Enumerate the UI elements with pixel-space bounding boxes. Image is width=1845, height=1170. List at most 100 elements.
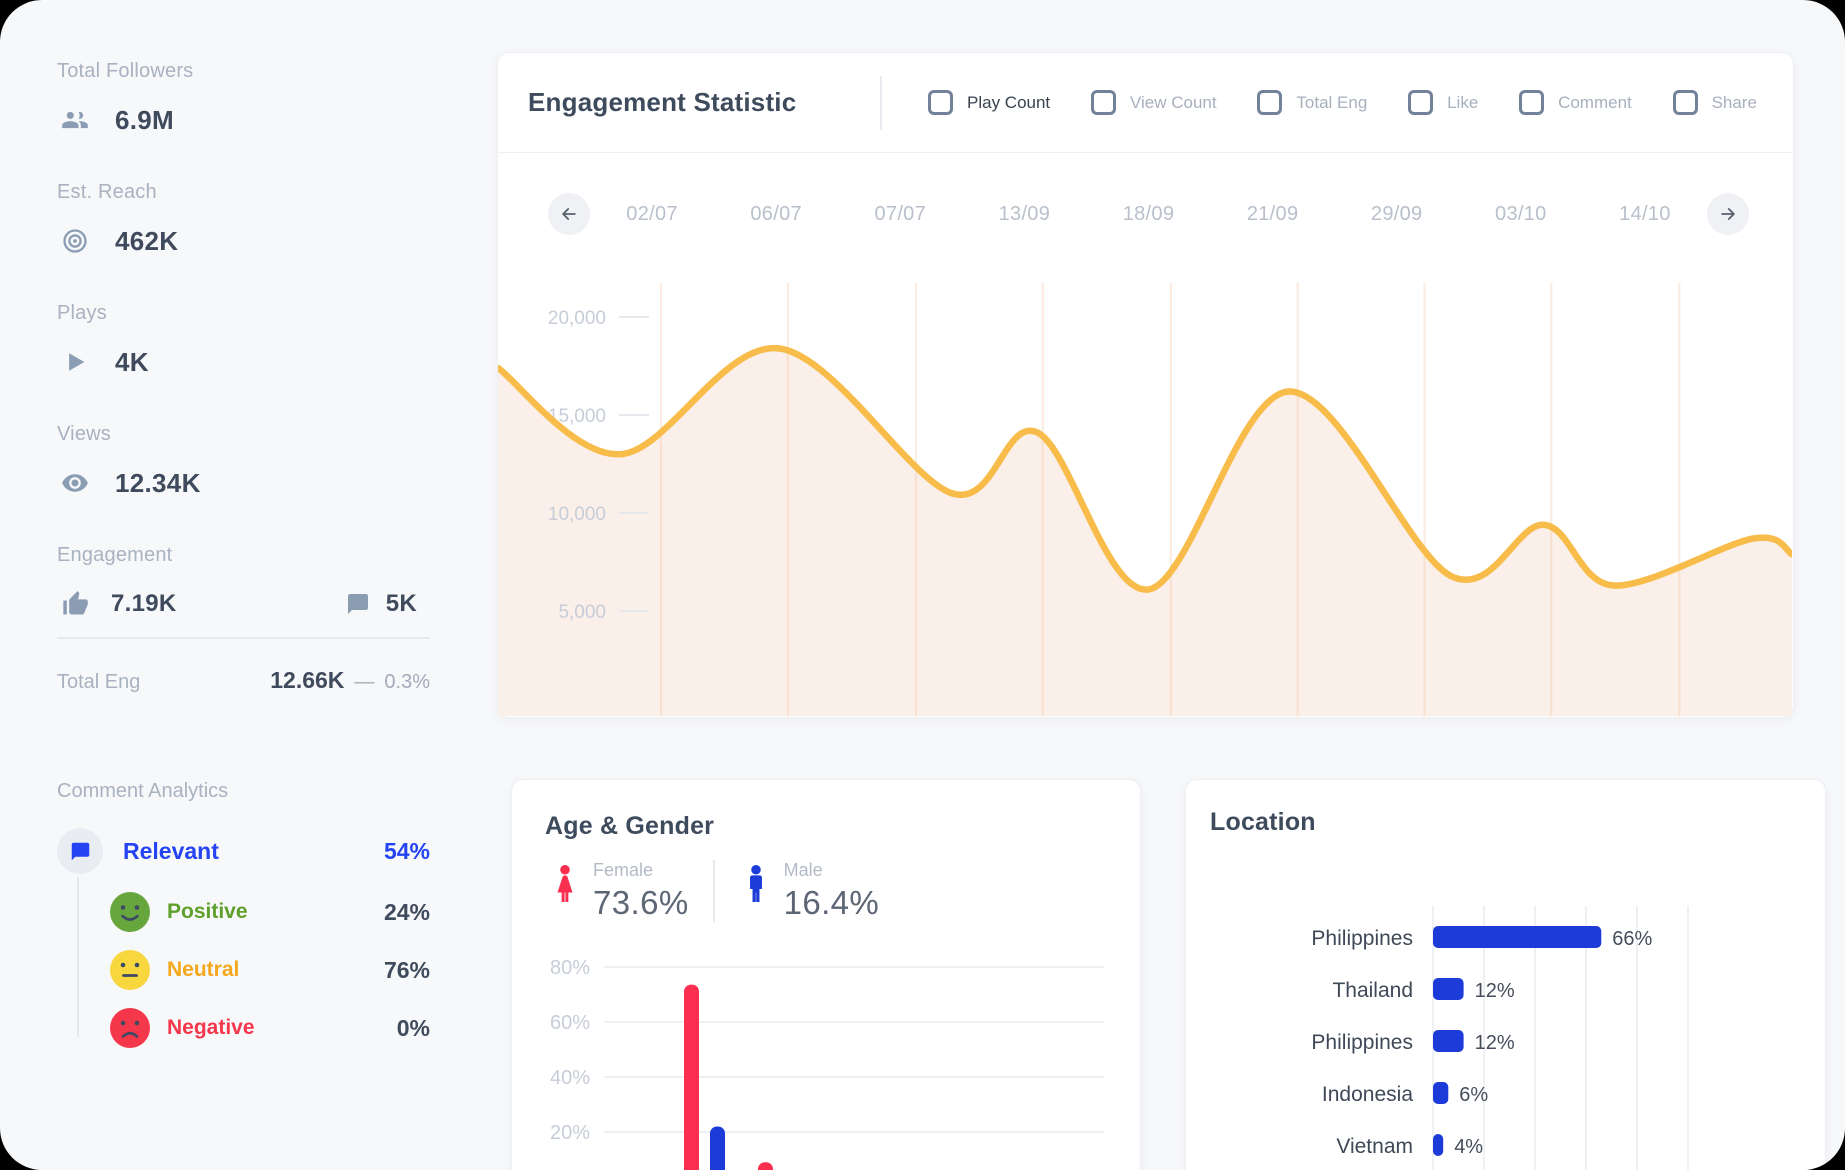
age-axis-label: 40% bbox=[550, 1067, 590, 1089]
stat-total-followers: Total Followers 6.9M bbox=[57, 60, 430, 135]
age-axis-label: 80% bbox=[550, 957, 590, 979]
engagement-area-chart: 20,00015,00010,0005,000 bbox=[498, 253, 1792, 716]
checkbox-icon[interactable] bbox=[1091, 90, 1116, 115]
metric-checkbox-row: Play Count View Count Total Eng Like Com… bbox=[882, 90, 1757, 115]
female-value: 73.6% bbox=[593, 884, 689, 922]
checkbox-label: Comment bbox=[1558, 93, 1632, 113]
date-label: 03/10 bbox=[1459, 203, 1583, 226]
date-label: 29/09 bbox=[1335, 203, 1459, 226]
location-bar-chart: Philippines66%Thailand12%Philippines12%I… bbox=[1186, 780, 1824, 1170]
location-card: Philippines66%Thailand12%Philippines12%I… bbox=[1185, 779, 1826, 1170]
male-icon bbox=[743, 864, 769, 908]
checkbox-label: View Count bbox=[1130, 93, 1217, 113]
checkbox-icon[interactable] bbox=[1673, 90, 1698, 115]
location-bar bbox=[1433, 978, 1464, 1000]
stats-sidebar: Total Followers 6.9M Est. Reach 462K Pla… bbox=[57, 60, 430, 1049]
positive-percent: 24% bbox=[384, 899, 430, 926]
comment-icon bbox=[346, 592, 370, 616]
engagement-statistic-card: Engagement Statistic Play Count View Cou… bbox=[497, 52, 1794, 718]
checkbox-label: Play Count bbox=[967, 93, 1050, 113]
engagement-card-title: Engagement Statistic bbox=[528, 87, 880, 118]
target-icon bbox=[61, 227, 89, 255]
date-label: 14/10 bbox=[1583, 203, 1707, 226]
relevant-label: Relevant bbox=[123, 838, 219, 865]
stat-value: 12.34K bbox=[115, 468, 201, 499]
stat-plays: Plays 4K bbox=[57, 302, 430, 377]
location-category-label: Philippines bbox=[1311, 1031, 1413, 1054]
positive-face-icon bbox=[110, 892, 150, 932]
stat-label: Est. Reach bbox=[57, 181, 430, 204]
male-legend-group: Male 16.4% bbox=[743, 860, 880, 922]
y-axis-label: 10,000 bbox=[548, 504, 606, 525]
engagement-card-header: Engagement Statistic Play Count View Cou… bbox=[498, 53, 1793, 153]
female-legend-group: Female 73.6% bbox=[552, 860, 689, 922]
age-axis-label: 20% bbox=[550, 1122, 590, 1144]
likes-value: 7.19K bbox=[111, 590, 177, 618]
location-value-label: 6% bbox=[1459, 1084, 1488, 1106]
play-icon bbox=[61, 348, 89, 376]
neutral-label: Neutral bbox=[167, 958, 239, 982]
y-axis-label: 20,000 bbox=[548, 308, 606, 329]
location-title: Location bbox=[1210, 808, 1316, 837]
people-icon bbox=[61, 106, 89, 134]
age-axis-label: 60% bbox=[550, 1012, 590, 1034]
arrow-left-icon bbox=[559, 204, 579, 224]
checkbox-icon[interactable] bbox=[1519, 90, 1544, 115]
neutral-row[interactable]: Neutral 76% bbox=[57, 949, 430, 991]
checkbox-label: Share bbox=[1712, 93, 1757, 113]
stat-value: 6.9M bbox=[115, 105, 174, 136]
location-category-label: Philippines bbox=[1311, 927, 1413, 950]
date-label: 21/09 bbox=[1211, 203, 1335, 226]
age-gender-title: Age & Gender bbox=[545, 812, 714, 841]
eye-icon bbox=[61, 469, 89, 497]
age-gender-bar bbox=[710, 1127, 725, 1170]
age-gender-bar bbox=[758, 1162, 773, 1170]
legend-divider bbox=[713, 860, 715, 922]
checkbox-label: Like bbox=[1447, 93, 1478, 113]
stat-label: Plays bbox=[57, 302, 430, 325]
stat-views: Views 12.34K bbox=[57, 423, 430, 498]
arrow-right-icon bbox=[1718, 204, 1738, 224]
analytics-dashboard: Total Followers 6.9M Est. Reach 462K Pla… bbox=[0, 0, 1845, 1170]
total-eng-percent: 0.3% bbox=[384, 671, 430, 694]
checkbox-label: Total Eng bbox=[1296, 93, 1367, 113]
total-eng-row: Total Eng 12.66K — 0.3% bbox=[57, 667, 430, 694]
date-label: 06/07 bbox=[714, 203, 838, 226]
y-axis-label: 5,000 bbox=[558, 602, 606, 623]
checkbox-total-eng[interactable]: Total Eng bbox=[1257, 90, 1367, 115]
negative-percent: 0% bbox=[397, 1015, 430, 1042]
date-pagination-row: 02/07 06/07 07/07 13/09 18/09 21/09 29/0… bbox=[548, 185, 1749, 243]
next-dates-button[interactable] bbox=[1707, 193, 1749, 235]
age-gender-card: 80% 60% 40% 20% Age & Gender Female 73.6% bbox=[511, 779, 1141, 1170]
checkbox-play-count[interactable]: Play Count bbox=[928, 90, 1050, 115]
relevant-comment-icon bbox=[57, 828, 103, 874]
location-value-label: 12% bbox=[1475, 1032, 1515, 1054]
negative-row[interactable]: Negative 0% bbox=[57, 1007, 430, 1049]
total-eng-separator: — bbox=[354, 671, 374, 694]
male-value: 16.4% bbox=[784, 884, 880, 922]
stat-value: 4K bbox=[115, 347, 149, 378]
checkbox-like[interactable]: Like bbox=[1408, 90, 1478, 115]
checkbox-comment[interactable]: Comment bbox=[1519, 90, 1632, 115]
positive-row[interactable]: Positive 24% bbox=[57, 891, 430, 933]
location-bar bbox=[1433, 1082, 1448, 1104]
location-category-label: Thailand bbox=[1332, 979, 1413, 1002]
location-bar bbox=[1433, 1030, 1464, 1052]
prev-dates-button[interactable] bbox=[548, 193, 590, 235]
negative-label: Negative bbox=[167, 1016, 255, 1040]
checkbox-view-count[interactable]: View Count bbox=[1091, 90, 1217, 115]
checkbox-share[interactable]: Share bbox=[1673, 90, 1757, 115]
checkbox-icon[interactable] bbox=[1408, 90, 1433, 115]
comments-value: 5K bbox=[386, 590, 417, 618]
checkbox-icon[interactable] bbox=[1257, 90, 1282, 115]
sidebar-divider bbox=[57, 637, 430, 639]
date-label: 07/07 bbox=[838, 203, 962, 226]
location-category-label: Vietnam bbox=[1336, 1135, 1413, 1158]
checkbox-icon[interactable] bbox=[928, 90, 953, 115]
location-bar bbox=[1433, 926, 1601, 948]
location-value-label: 66% bbox=[1612, 928, 1652, 950]
location-category-label: Indonesia bbox=[1322, 1083, 1413, 1106]
date-label: 02/07 bbox=[590, 203, 714, 226]
location-value-label: 4% bbox=[1454, 1136, 1483, 1158]
relevant-row[interactable]: Relevant 54% bbox=[57, 827, 430, 875]
